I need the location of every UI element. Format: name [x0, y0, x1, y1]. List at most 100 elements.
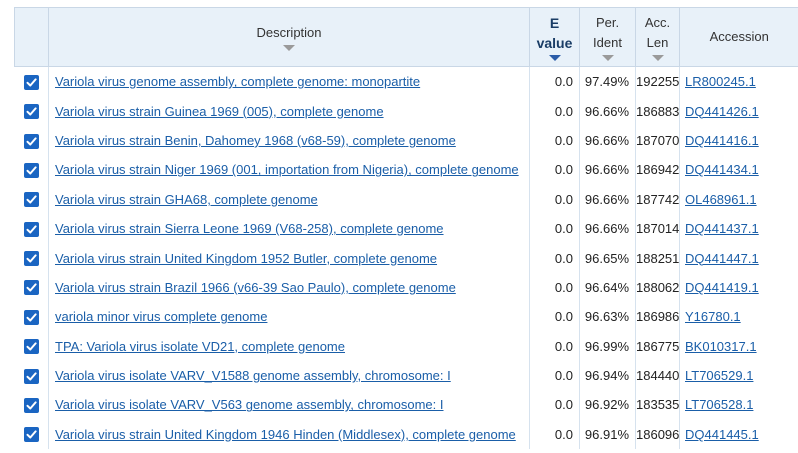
- row-select-cell: [15, 185, 49, 214]
- description-cell: Variola virus strain Brazil 1966 (v66-39…: [48, 272, 530, 303]
- description-link[interactable]: variola minor virus complete genome: [55, 309, 267, 324]
- table-row: Variola virus strain Brazil 1966 (v66-39…: [15, 272, 798, 303]
- description-link[interactable]: Variola virus strain Niger 1969 (001, im…: [55, 162, 519, 177]
- row-select-cell: [15, 302, 49, 331]
- per-ident-cell: 96.65%: [579, 243, 636, 273]
- accession-link[interactable]: BK010317.1: [685, 339, 757, 354]
- description-link[interactable]: Variola virus genome assembly, complete …: [55, 74, 420, 89]
- accession-link[interactable]: LT706529.1: [685, 368, 753, 383]
- row-checkbox[interactable]: [23, 192, 39, 208]
- sort-arrow-icon[interactable]: [651, 55, 664, 61]
- acc-len-cell: 186986: [635, 302, 680, 332]
- table-row: Variola virus isolate VARV_V563 genome a…: [15, 390, 798, 420]
- description-link[interactable]: Variola virus strain Brazil 1966 (v66-39…: [55, 280, 456, 295]
- description-link[interactable]: Variola virus strain GHA68, complete gen…: [55, 192, 318, 207]
- row-checkbox[interactable]: [23, 309, 39, 325]
- column-header-evalue[interactable]: E value: [529, 7, 580, 67]
- table-row: Variola virus strain United Kingdom 1952…: [15, 243, 798, 273]
- evalue-cell: 0.0: [529, 302, 580, 332]
- description-link[interactable]: TPA: Variola virus isolate VD21, complet…: [55, 339, 345, 354]
- description-cell: Variola virus strain Niger 1969 (001, im…: [48, 155, 530, 185]
- accession-link[interactable]: DQ441416.1: [685, 133, 759, 148]
- sort-arrow-icon[interactable]: [283, 45, 295, 51]
- row-checkbox[interactable]: [23, 74, 39, 90]
- column-header-accession[interactable]: Accession: [679, 7, 798, 67]
- description-link[interactable]: Variola virus strain United Kingdom 1952…: [55, 251, 437, 266]
- acc-len-cell: 186775: [635, 331, 680, 361]
- description-cell: Variola virus strain Benin, Dahomey 1968…: [48, 125, 530, 156]
- per-ident-cell: 96.66%: [579, 213, 636, 244]
- acc-len-cell: 187070: [635, 125, 680, 156]
- per-ident-cell: 96.99%: [579, 331, 636, 361]
- row-checkbox[interactable]: [23, 427, 39, 443]
- description-cell: TPA: Variola virus isolate VD21, complet…: [48, 331, 530, 361]
- row-checkbox[interactable]: [23, 221, 39, 237]
- row-checkbox[interactable]: [23, 162, 39, 178]
- accession-cell: LT706529.1: [679, 360, 798, 391]
- accession-cell: DQ441445.1: [679, 419, 798, 450]
- accession-link[interactable]: OL468961.1: [685, 192, 757, 207]
- accession-link[interactable]: DQ441447.1: [685, 251, 759, 266]
- accession-cell: DQ441416.1: [679, 125, 798, 156]
- row-checkbox[interactable]: [23, 133, 39, 149]
- acc-len-cell: 188062: [635, 272, 680, 303]
- description-link[interactable]: Variola virus isolate VARV_V1588 genome …: [55, 368, 451, 383]
- accession-link[interactable]: DQ441419.1: [685, 280, 759, 295]
- header-row: Description E value Per. Ident Acc. Len: [14, 7, 798, 67]
- accession-link[interactable]: DQ441445.1: [685, 427, 759, 442]
- table-row: Variola virus strain Niger 1969 (001, im…: [15, 155, 798, 185]
- evalue-cell: 0.0: [529, 96, 580, 126]
- description-link[interactable]: Variola virus strain Sierra Leone 1969 (…: [55, 221, 444, 236]
- per-ident-cell: 96.66%: [579, 96, 636, 126]
- column-label-acc-len-line1: Acc.: [644, 15, 671, 30]
- per-ident-cell: 96.66%: [579, 125, 636, 156]
- row-checkbox[interactable]: [23, 280, 39, 296]
- evalue-cell: 0.0: [529, 125, 580, 156]
- accession-cell: Y16780.1: [679, 302, 798, 332]
- description-link[interactable]: Variola virus strain Guinea 1969 (005), …: [55, 104, 384, 119]
- acc-len-cell: 188251: [635, 243, 680, 273]
- accession-cell: LR800245.1: [679, 66, 798, 97]
- evalue-cell: 0.0: [529, 390, 580, 420]
- row-checkbox[interactable]: [23, 104, 39, 120]
- row-select-cell: [15, 96, 49, 125]
- table-row: TPA: Variola virus isolate VD21, complet…: [15, 331, 798, 361]
- row-checkbox[interactable]: [23, 251, 39, 267]
- row-checkbox[interactable]: [23, 398, 39, 414]
- per-ident-cell: 96.63%: [579, 302, 636, 332]
- accession-link[interactable]: LT706528.1: [685, 397, 753, 412]
- accession-link[interactable]: DQ441434.1: [685, 162, 759, 177]
- sort-arrow-active-icon[interactable]: [548, 55, 561, 61]
- description-link[interactable]: Variola virus strain Benin, Dahomey 1968…: [55, 133, 456, 148]
- row-select-cell: [15, 67, 49, 97]
- acc-len-cell: 186883: [635, 96, 680, 126]
- column-label-per-ident-line2: Ident: [593, 35, 622, 50]
- accession-cell: OL468961.1: [679, 184, 798, 214]
- table-row: Variola virus isolate VARV_V1588 genome …: [15, 360, 798, 391]
- column-label-evalue-line1: E: [549, 15, 560, 31]
- accession-link[interactable]: Y16780.1: [685, 309, 741, 324]
- evalue-cell: 0.0: [529, 184, 580, 214]
- sort-arrow-icon[interactable]: [601, 55, 614, 61]
- row-checkbox[interactable]: [23, 339, 39, 355]
- column-header-acc-len[interactable]: Acc. Len: [635, 7, 680, 67]
- accession-link[interactable]: LR800245.1: [685, 74, 756, 89]
- evalue-cell: 0.0: [529, 243, 580, 273]
- results-body: Variola virus genome assembly, complete …: [15, 66, 798, 450]
- accession-cell: BK010317.1: [679, 331, 798, 361]
- column-header-per-ident[interactable]: Per. Ident: [579, 7, 636, 67]
- per-ident-cell: 96.66%: [579, 184, 636, 214]
- description-link[interactable]: Variola virus isolate VARV_V563 genome a…: [55, 397, 444, 412]
- evalue-cell: 0.0: [529, 213, 580, 244]
- column-label-acc-len-line2: Len: [646, 35, 669, 50]
- accession-link[interactable]: DQ441426.1: [685, 104, 759, 119]
- evalue-cell: 0.0: [529, 331, 580, 361]
- description-link[interactable]: Variola virus strain United Kingdom 1946…: [55, 427, 516, 442]
- evalue-cell: 0.0: [529, 419, 580, 450]
- per-ident-cell: 96.92%: [579, 390, 636, 420]
- column-header-description[interactable]: Description: [48, 7, 530, 67]
- evalue-cell: 0.0: [529, 272, 580, 303]
- accession-link[interactable]: DQ441437.1: [685, 221, 759, 236]
- row-checkbox[interactable]: [23, 368, 39, 384]
- table-row: Variola virus strain Benin, Dahomey 1968…: [15, 125, 798, 156]
